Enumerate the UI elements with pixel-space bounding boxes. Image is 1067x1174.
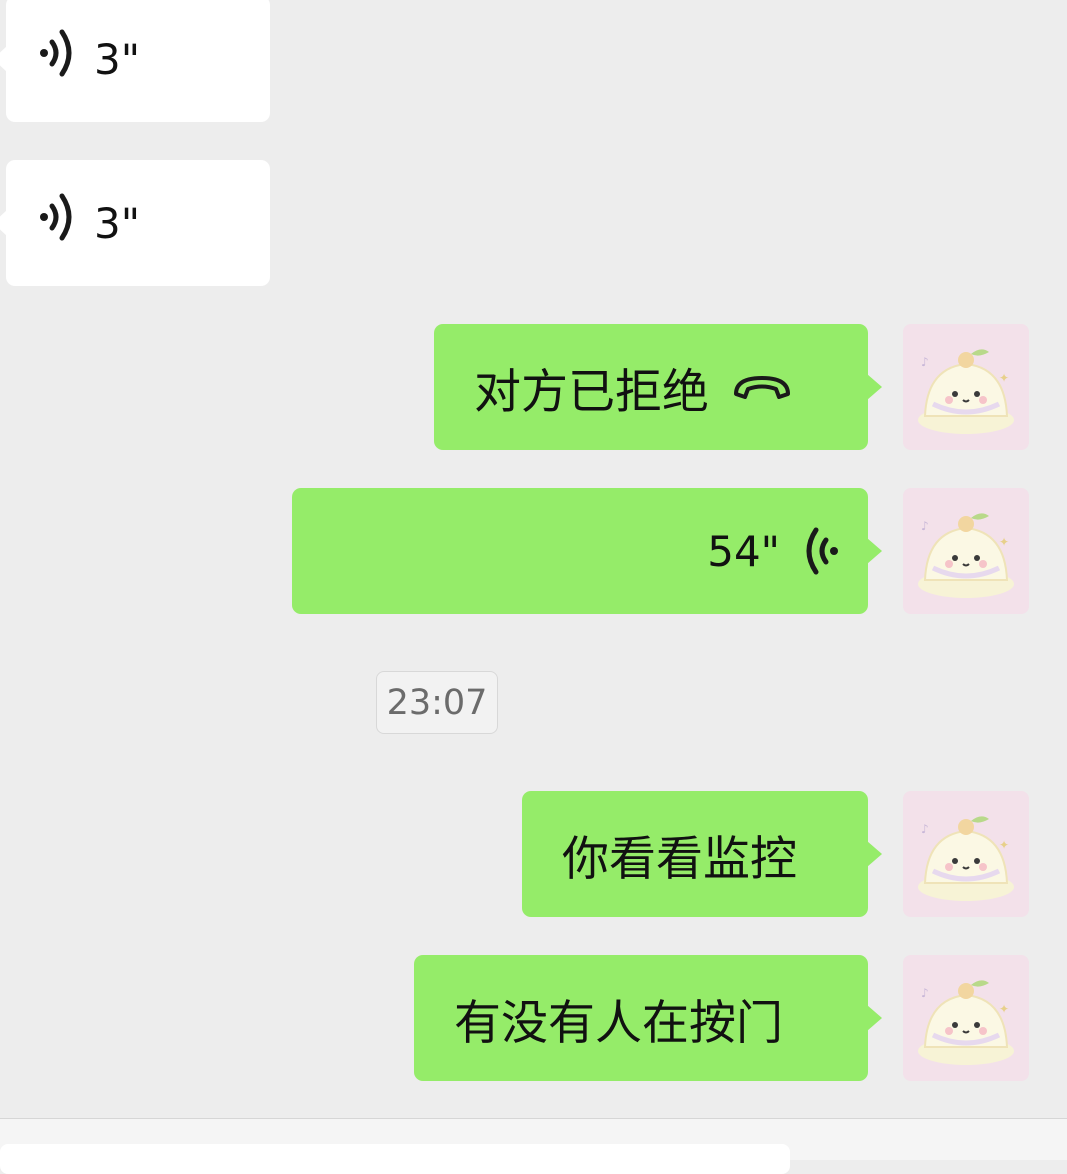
- voice-duration: 3": [94, 198, 141, 248]
- svg-text:✦: ✦: [999, 371, 1009, 385]
- message-text: 有没有人在按门: [454, 995, 783, 1051]
- input-bar: [0, 1119, 1067, 1174]
- svg-text:♪: ♪: [921, 355, 929, 369]
- voice-duration: 3": [94, 34, 141, 84]
- call-declined-message[interactable]: 对方已拒绝: [434, 324, 882, 450]
- voice-duration: 54": [707, 526, 780, 576]
- call-status-text: 对方已拒绝: [474, 364, 709, 420]
- incoming-voice-message[interactable]: 3": [0, 0, 270, 122]
- voice-wave-icon: [38, 190, 94, 256]
- svg-text:♪: ♪: [921, 822, 929, 836]
- avatar[interactable]: ♪ ✦: [903, 955, 1029, 1081]
- outgoing-text-message[interactable]: 有没有人在按门: [414, 955, 882, 1081]
- outgoing-text-message[interactable]: 你看看监控: [522, 791, 882, 917]
- avatar[interactable]: ♪ ✦: [903, 791, 1029, 917]
- avatar[interactable]: ♪ ✦: [903, 488, 1029, 614]
- message-timestamp: 23:07: [376, 671, 498, 734]
- outgoing-voice-message[interactable]: 54": [292, 488, 882, 614]
- message-input[interactable]: [0, 1144, 790, 1174]
- svg-text:♪: ♪: [921, 519, 929, 533]
- incoming-voice-message[interactable]: 3": [0, 160, 270, 286]
- avatar[interactable]: ♪ ✦: [903, 324, 1029, 450]
- voice-wave-icon: [38, 26, 94, 92]
- message-text: 你看看监控: [562, 831, 797, 887]
- phone-hangup-icon: [731, 372, 793, 402]
- svg-text:✦: ✦: [999, 838, 1009, 852]
- chat-message-list[interactable]: 3" 3" 对方已拒绝 ♪ ✦ 54" ♪ ✦ 23:07 你看看监控 ♪ ✦ …: [0, 0, 1067, 1118]
- voice-wave-icon: [800, 524, 840, 578]
- svg-text:✦: ✦: [999, 1002, 1009, 1016]
- svg-text:♪: ♪: [921, 986, 929, 1000]
- svg-text:✦: ✦: [999, 535, 1009, 549]
